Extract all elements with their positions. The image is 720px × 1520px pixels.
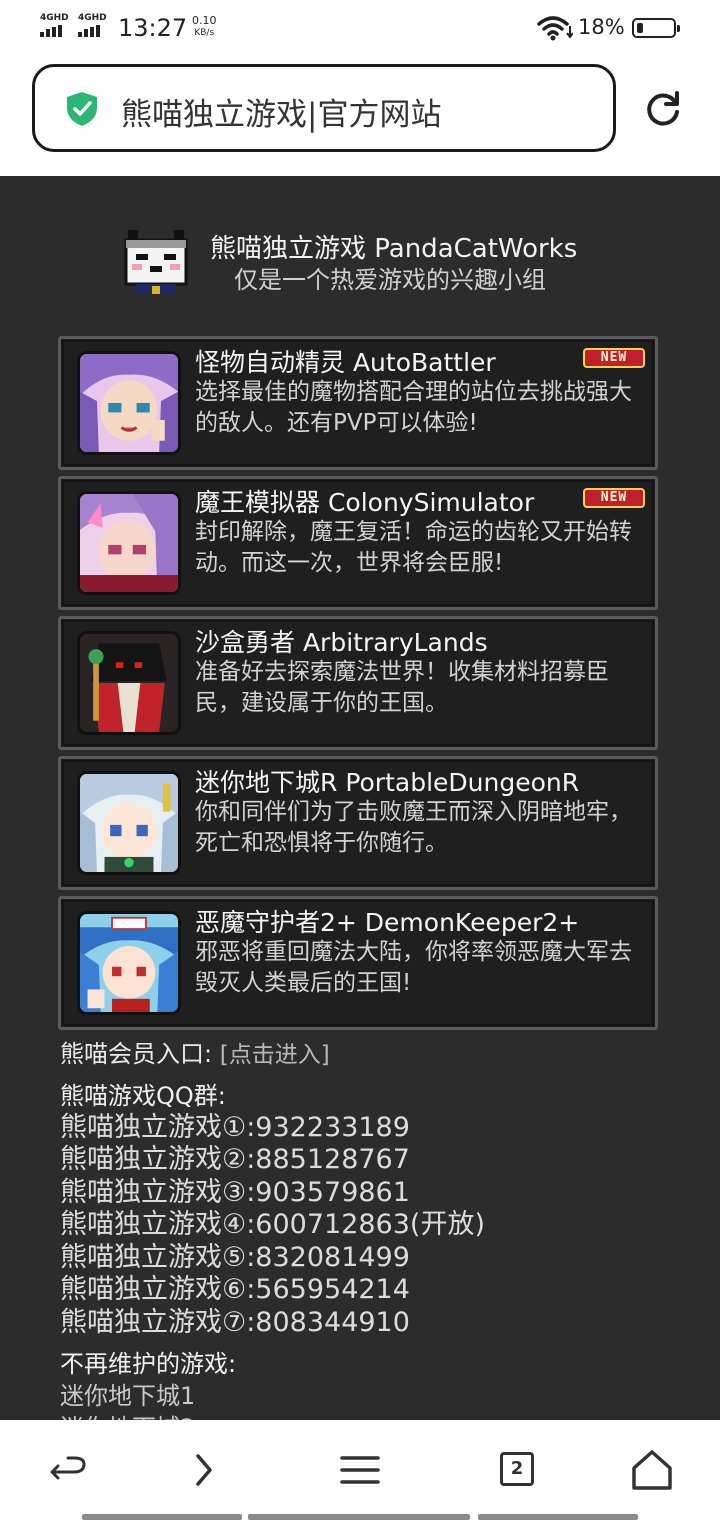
brand-subtitle: 仅是一个热爱游戏的兴趣小组	[234, 266, 546, 294]
qq-group-item: 熊喵独立游戏⑦:808344910	[60, 1307, 410, 1339]
gesture-bar-right	[478, 1514, 638, 1520]
battery-icon	[632, 18, 680, 38]
back-button[interactable]	[44, 1446, 92, 1494]
member-entry: 熊喵会员入口: [点击进入]	[60, 1038, 680, 1072]
signal-sim1-icon: 4GHD	[40, 14, 69, 37]
game-list: 怪物自动精灵 AutoBattler NEW 选择最佳的魔物搭配合理的站位去挑战…	[58, 336, 658, 1036]
unmaintained-heading: 不再维护的游戏:	[60, 1349, 237, 1378]
net-speed-unit: KB/s	[194, 28, 215, 38]
game-card-autobattler[interactable]: 怪物自动精灵 AutoBattler NEW 选择最佳的魔物搭配合理的站位去挑战…	[58, 336, 658, 470]
gesture-bar-center	[248, 1514, 470, 1520]
qq-group-item: 熊喵独立游戏④:600712863(开放)	[60, 1209, 485, 1241]
site-info: 熊喵会员入口: [点击进入] 熊喵游戏QQ群: 熊喵独立游戏①:93223318…	[60, 1038, 680, 1420]
unmaintained-item[interactable]: 迷你地下城1	[60, 1380, 680, 1412]
qq-group-item: 熊喵独立游戏③:903579861	[60, 1176, 410, 1208]
game-title[interactable]: 怪物自动精灵 AutoBattler	[195, 343, 496, 379]
game-card-arbitrarylands[interactable]: 沙盒勇者 ArbitraryLands 准备好去探索魔法世界！收集材料招募臣民，…	[58, 616, 658, 750]
new-badge: NEW	[583, 488, 645, 508]
game-description: 邪恶将重回魔法大陆，你将率领恶魔大军去毁灭人类最后的王国!	[195, 939, 632, 996]
menu-icon	[340, 1456, 380, 1484]
net-speed-value: 0.10	[192, 14, 217, 27]
site-header: 熊喵独立游戏 PandaCatWorks 仅是一个热爱游戏的兴趣小组	[118, 226, 638, 306]
game-description: 选择最佳的魔物搭配合理的站位去挑战强大的敌人。还有PVP可以体验!	[195, 379, 632, 436]
colonysimulator-thumbnail	[77, 491, 181, 595]
wifi-icon	[537, 16, 573, 41]
new-badge: NEW	[583, 348, 645, 368]
network-type-label: 4GHD	[40, 13, 69, 23]
net-speed: 0.10 KB/s	[192, 15, 217, 39]
menu-button[interactable]	[336, 1446, 384, 1494]
pandacat-logo	[124, 230, 188, 294]
signal-sim2-icon: 4GHD	[78, 14, 107, 37]
qq-group-item: 熊喵独立游戏⑥:565954214	[60, 1274, 410, 1306]
tabs-button[interactable]: 2	[500, 1452, 534, 1486]
reload-icon[interactable]	[642, 88, 684, 130]
member-link[interactable]: [点击进入]	[220, 1042, 330, 1068]
browser-toolbar: 2	[0, 1420, 720, 1520]
game-card-demonkeeper2[interactable]: 恶魔守护者2+ DemonKeeper2+ 邪恶将重回魔法大陆，你将率领恶魔大军…	[58, 896, 658, 1030]
game-card-colonysimulator[interactable]: 魔王模拟器 ColonySimulator NEW 封印解除，魔王复活！命运的齿…	[58, 476, 658, 610]
member-label: 熊喵会员入口:	[60, 1040, 220, 1068]
game-title[interactable]: 恶魔守护者2+ DemonKeeper2+	[195, 903, 579, 939]
unmaintained-item[interactable]: 迷你地下城2	[60, 1412, 680, 1420]
game-description: 准备好去探索魔法世界！收集材料招募臣民，建设属于你的王国。	[195, 659, 609, 716]
forward-button[interactable]	[180, 1446, 228, 1494]
game-description: 你和同伴们为了击败魔王而深入阴暗地牢，死亡和恐惧将于你随行。	[195, 799, 632, 856]
back-icon	[50, 1456, 86, 1480]
arbitrarylands-thumbnail	[77, 631, 181, 735]
game-title[interactable]: 沙盒勇者 ArbitraryLands	[195, 623, 488, 659]
game-description: 封印解除，魔王复活！命运的齿轮又开始转动。而这一次，世界将会臣服!	[195, 519, 632, 576]
home-button[interactable]	[628, 1446, 676, 1494]
page-title[interactable]: 熊喵独立游戏|官方网站	[121, 89, 441, 134]
status-bar: 4GHD 4GHD 13:27 0.10 KB/s 18%	[0, 0, 720, 56]
shield-check-icon	[67, 92, 97, 126]
clock: 13:27	[118, 14, 188, 42]
network-type-label: 4GHD	[78, 13, 107, 23]
qq-group-item: 熊喵独立游戏①:932233189	[60, 1111, 410, 1143]
portabledungeonr-thumbnail	[77, 771, 181, 875]
game-title[interactable]: 迷你地下城R PortableDungeonR	[195, 763, 579, 799]
web-content[interactable]: 熊喵独立游戏 PandaCatWorks 仅是一个热爱游戏的兴趣小组 怪物自动精…	[0, 176, 720, 1420]
qq-group-list: 熊喵独立游戏①:932233189 熊喵独立游戏②:885128767 熊喵独立…	[60, 1112, 680, 1340]
gesture-bar-left	[82, 1514, 242, 1520]
address-bar[interactable]: 熊喵独立游戏|官方网站	[32, 64, 616, 152]
battery-percent: 18%	[578, 15, 625, 39]
autobattler-thumbnail	[77, 351, 181, 455]
qq-group-item: 熊喵独立游戏⑤:832081499	[60, 1241, 410, 1273]
qq-group-item: 熊喵独立游戏②:885128767	[60, 1144, 410, 1176]
forward-icon	[196, 1454, 212, 1486]
game-card-portabledungeonr[interactable]: 迷你地下城R PortableDungeonR 你和同伴们为了击败魔王而深入阴暗…	[58, 756, 658, 890]
game-title[interactable]: 魔王模拟器 ColonySimulator	[195, 483, 534, 519]
qq-heading: 熊喵游戏QQ群:	[60, 1081, 226, 1110]
demonkeeper2-thumbnail	[77, 911, 181, 1015]
home-icon	[632, 1450, 672, 1490]
